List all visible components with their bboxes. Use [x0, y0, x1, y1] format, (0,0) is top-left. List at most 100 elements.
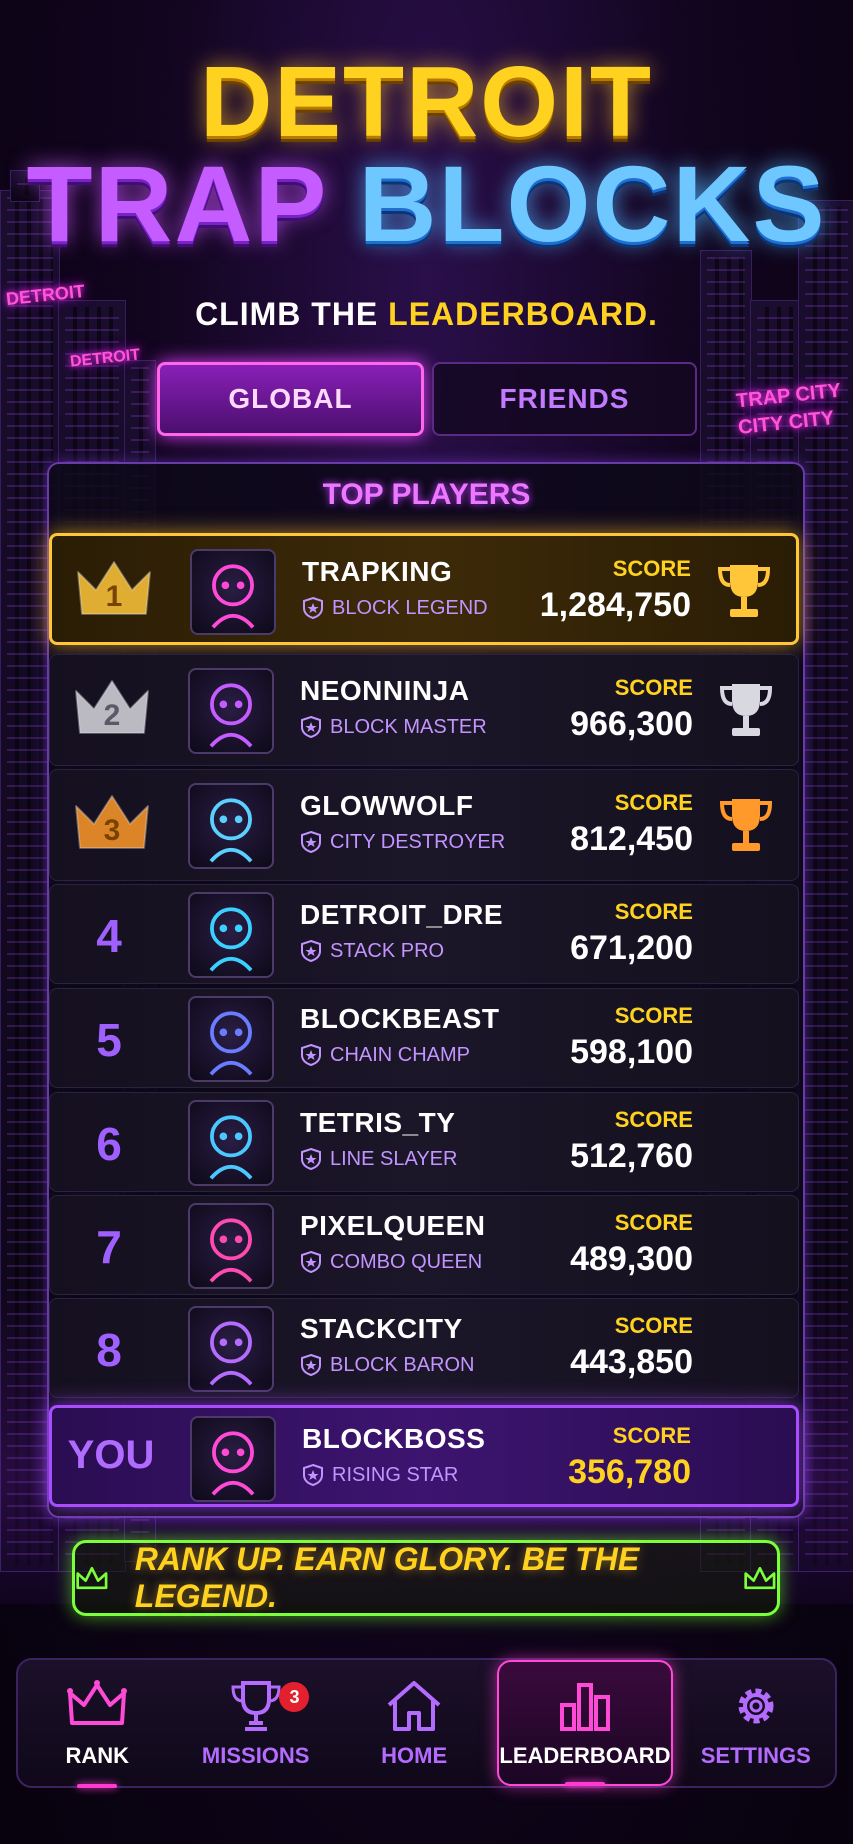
- panel-title: TOP PLAYERS: [322, 478, 531, 511]
- player-title-text: COMBO QUEEN: [330, 1250, 483, 1273]
- shield-star-icon: [301, 1043, 321, 1067]
- player-name: GLOWWOLF: [300, 790, 474, 821]
- player-title-text: CITY DESTROYER: [330, 830, 506, 853]
- player-title-text: BLOCK LEGEND: [332, 596, 488, 619]
- leaderboard-bars-icon: [559, 1683, 610, 1731]
- silver-trophy-icon: [719, 684, 773, 736]
- tagline-prefix: CLIMB THE: [195, 296, 389, 332]
- shield-star-icon: [303, 596, 323, 620]
- active-underline: [77, 1784, 118, 1788]
- player-title: STACK PRO: [300, 939, 444, 963]
- rank-number: 7: [96, 1221, 122, 1273]
- player-title: COMBO QUEEN: [300, 1250, 482, 1274]
- leaderboard-row[interactable]: 5 BLOCKBEAST CHAIN CHAMP SCORE 598,100: [49, 988, 799, 1088]
- nav-home[interactable]: HOME: [335, 1660, 493, 1786]
- tab-global[interactable]: GLOBAL: [157, 362, 424, 436]
- nav-settings[interactable]: SETTINGS: [677, 1660, 835, 1786]
- rank-number: 4: [96, 910, 122, 962]
- leaderboard-row[interactable]: 3 GLOWWOLF CITY DESTROYER SCORE 812,450: [49, 769, 799, 881]
- home-icon: [387, 1681, 441, 1731]
- rank-number: 8: [96, 1324, 122, 1376]
- player-name: TRAPKING: [302, 556, 453, 587]
- green-crown-icon: [744, 1566, 776, 1590]
- score-value: 812,450: [570, 820, 693, 858]
- nav-rank[interactable]: RANK: [18, 1660, 176, 1788]
- shield-star-icon: [301, 1147, 321, 1171]
- player-title: RISING STAR: [302, 1463, 458, 1487]
- score-value: 966,300: [570, 705, 693, 743]
- bottom-navigation: RANK MISSIONS 3 HOME LEADERBOARD SETTING…: [16, 1658, 837, 1788]
- gas-mask-icon: [188, 892, 274, 978]
- green-crown-icon: [76, 1566, 108, 1590]
- player-title-text: BLOCK MASTER: [330, 715, 487, 738]
- crown-icon: [67, 1680, 128, 1725]
- bear-glasses-icon: [188, 1306, 274, 1392]
- pink-skull-icon: [190, 1416, 276, 1502]
- nav-settings-label: SETTINGS: [700, 1743, 811, 1768]
- rank-number: 3: [103, 814, 121, 847]
- title-trap: TRAP: [26, 143, 327, 264]
- title-blocks: BLOCKS: [358, 143, 827, 264]
- gear-icon: [738, 1688, 774, 1724]
- player-name: BLOCKBOSS: [302, 1423, 486, 1454]
- rank-number: 1: [105, 580, 123, 613]
- player-title-text: CHAIN CHAMP: [330, 1043, 471, 1066]
- trap-city-neon-sign: TRAP CITY: [735, 379, 843, 413]
- trap-city-neon-sign: CITY CITY: [737, 407, 836, 439]
- game-title-line2: TRAP BLOCKS: [0, 150, 853, 258]
- rank-number: 2: [103, 699, 121, 732]
- nav-home-label: HOME: [381, 1743, 448, 1768]
- nav-missions[interactable]: MISSIONS 3: [176, 1660, 334, 1786]
- leaderboard-row[interactable]: 4 DETROIT_DRE STACK PRO SCORE 671,200: [49, 884, 799, 984]
- leaderboard-row[interactable]: 8 STACKCITY BLOCK BARON SCORE 443,850: [49, 1298, 799, 1398]
- score-label: SCORE: [614, 790, 693, 815]
- score-value: 356,780: [568, 1453, 691, 1491]
- player-title: BLOCK LEGEND: [302, 596, 488, 620]
- score-value: 1,284,750: [539, 586, 691, 624]
- score-value: 489,300: [570, 1240, 693, 1278]
- player-title-text: RISING STAR: [332, 1463, 459, 1486]
- score-label: SCORE: [614, 1003, 693, 1028]
- nav-leaderboard[interactable]: LEADERBOARD: [497, 1660, 673, 1786]
- leaderboard-row[interactable]: 7 PIXELQUEEN COMBO QUEEN SCORE 489,300: [49, 1195, 799, 1295]
- player-title: CITY DESTROYER: [300, 830, 505, 854]
- leaderboard-row[interactable]: 2 NEONNINJA BLOCK MASTER SCORE 966,300: [49, 654, 799, 766]
- skull-crown-icon: [190, 549, 276, 635]
- shield-star-icon: [301, 830, 321, 854]
- detroit-neon-sign: DETROIT: [69, 346, 141, 371]
- nav-rank-label: RANK: [65, 1743, 130, 1768]
- bronze-trophy-icon: [719, 799, 773, 851]
- motto-text: RANK UP. EARN GLORY. BE THE LEGEND.: [134, 1541, 640, 1614]
- player-name: STACKCITY: [300, 1313, 463, 1344]
- nav-missions-label: MISSIONS: [201, 1743, 310, 1768]
- tab-friends[interactable]: FRIENDS: [432, 362, 697, 436]
- player-name: TETRIS_TY: [300, 1107, 456, 1138]
- nav-leaderboard-label: LEADERBOARD: [499, 1743, 671, 1768]
- player-title-text: STACK PRO: [330, 939, 445, 962]
- trophy-icon: [231, 1681, 281, 1731]
- motto-banner: RANK UP. EARN GLORY. BE THE LEGEND.: [72, 1540, 780, 1616]
- score-label: SCORE: [614, 1107, 693, 1132]
- wolf-icon: [188, 783, 274, 869]
- leaderboard-row[interactable]: 6 TETRIS_TY LINE SLAYER SCORE 512,760: [49, 1092, 799, 1192]
- score-label: SCORE: [612, 1423, 691, 1448]
- missions-notification-badge: 3: [279, 1682, 310, 1712]
- score-value: 598,100: [570, 1033, 693, 1071]
- score-label: SCORE: [614, 899, 693, 924]
- your-rank-row[interactable]: YOU BLOCKBOSS RISING STAR SCORE 356,780: [49, 1405, 799, 1507]
- tagline-highlight: LEADERBOARD.: [388, 296, 658, 332]
- cat-beast-icon: [188, 996, 274, 1082]
- score-label: SCORE: [612, 556, 691, 581]
- leaderboard-scope-tabs: GLOBAL FRIENDS: [157, 362, 697, 436]
- player-title: CHAIN CHAMP: [300, 1043, 470, 1067]
- player-name: NEONNINJA: [300, 675, 470, 706]
- shield-star-icon: [301, 1353, 321, 1377]
- player-name: DETROIT_DRE: [300, 899, 504, 930]
- shield-star-icon: [301, 715, 321, 739]
- score-value: 443,850: [570, 1343, 693, 1381]
- player-name: BLOCKBEAST: [300, 1003, 500, 1034]
- tagline: CLIMB THE LEADERBOARD.: [0, 296, 853, 333]
- score-label: SCORE: [614, 675, 693, 700]
- player-title-text: BLOCK BARON: [330, 1353, 475, 1376]
- leaderboard-row[interactable]: 1 TRAPKING BLOCK LEGEND SCORE 1,284,750: [49, 533, 799, 645]
